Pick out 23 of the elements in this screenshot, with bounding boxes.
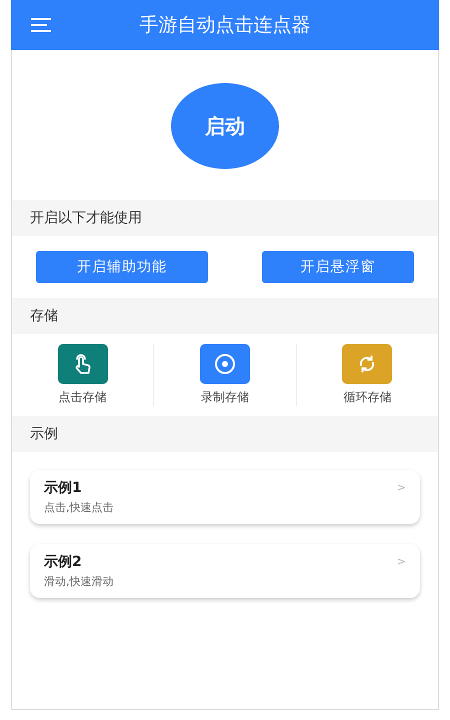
record-icon bbox=[214, 353, 236, 375]
storage-label: 录制存储 bbox=[200, 389, 249, 406]
storage-tile[interactable] bbox=[58, 344, 108, 384]
chevron-icon: > bbox=[396, 481, 406, 494]
example-subtitle: 点击,快速点击 bbox=[44, 500, 114, 515]
example-subtitle: 滑动,快速滑动 bbox=[44, 574, 114, 589]
permission-button[interactable]: 开启辅助功能 bbox=[36, 251, 208, 283]
chevron-icon: > bbox=[396, 555, 406, 568]
section-title: 开启以下才能使用 bbox=[30, 209, 142, 227]
storage-label: 循环存储 bbox=[343, 389, 392, 406]
example-title: 示例1 bbox=[44, 479, 83, 497]
storage-tile[interactable] bbox=[342, 344, 392, 384]
start-button[interactable]: 启动 bbox=[171, 83, 279, 169]
example-card[interactable]: 示例1 点击,快速点击 > bbox=[30, 470, 420, 524]
app-title: 手游自动点击连点器 bbox=[140, 13, 310, 38]
permission-button[interactable]: 开启悬浮窗 bbox=[262, 251, 414, 283]
example-title: 示例2 bbox=[44, 553, 83, 571]
storage-label: 点击存储 bbox=[58, 389, 107, 406]
section-title: 示例 bbox=[30, 425, 58, 443]
section-title: 存储 bbox=[30, 307, 58, 325]
storage-tile[interactable] bbox=[200, 344, 250, 384]
example-card[interactable]: 示例2 滑动,快速滑动 > bbox=[30, 544, 420, 598]
menu-icon[interactable] bbox=[31, 18, 51, 32]
